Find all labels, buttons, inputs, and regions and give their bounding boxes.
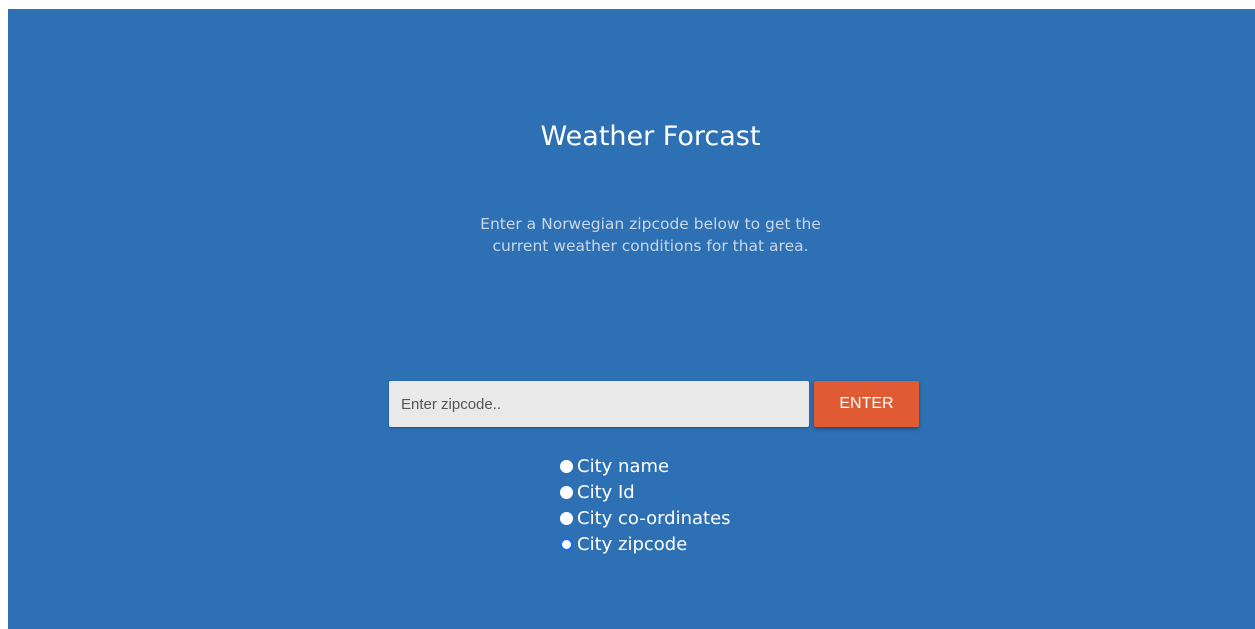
radio-city-zipcode[interactable] — [560, 537, 573, 551]
page-title: Weather Forcast — [540, 121, 761, 152]
intro-text: Enter a Norwegian zipcode below to get t… — [8, 213, 1255, 257]
option-city-zipcode[interactable]: City zipcode — [560, 531, 731, 557]
radio-city-coordinates[interactable] — [560, 511, 573, 525]
radio-city-name[interactable] — [560, 459, 573, 473]
option-label: City Id — [577, 481, 635, 503]
option-city-coordinates[interactable]: City co-ordinates — [560, 505, 731, 531]
app-container: Weather Forcast Enter a Norwegian zipcod… — [8, 9, 1255, 629]
intro-line-1: Enter a Norwegian zipcode below to get t… — [480, 215, 821, 233]
option-label: City name — [577, 455, 670, 477]
option-label: City co-ordinates — [577, 507, 731, 529]
zipcode-input[interactable] — [389, 381, 809, 427]
option-label: City zipcode — [577, 533, 688, 555]
search-type-options: City name City Id City co-ordinates City… — [560, 453, 731, 557]
option-city-id[interactable]: City Id — [560, 479, 731, 505]
option-city-name[interactable]: City name — [560, 453, 731, 479]
search-form: ENTER — [389, 381, 929, 427]
radio-city-id[interactable] — [560, 485, 573, 499]
enter-button[interactable]: ENTER — [814, 381, 919, 427]
intro-line-2: current weather conditions for that area… — [492, 237, 809, 255]
